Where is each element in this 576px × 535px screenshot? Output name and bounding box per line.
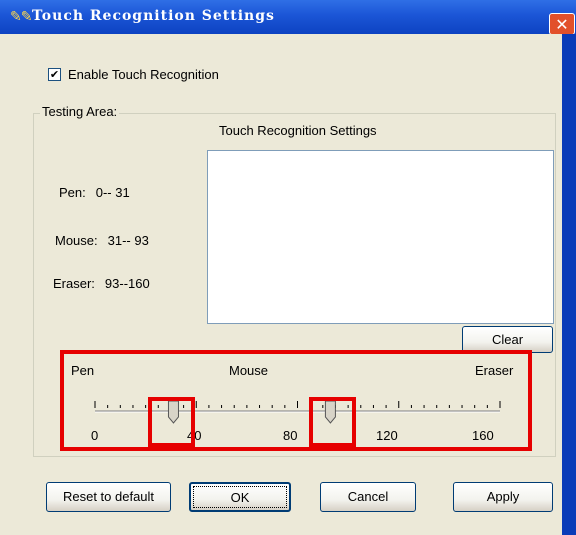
- cancel-button[interactable]: Cancel: [320, 482, 416, 512]
- reset-to-default-button[interactable]: Reset to default: [46, 482, 171, 512]
- mouse-thumb-highlight-box: [309, 397, 356, 447]
- ok-focus-ring: [193, 486, 287, 508]
- range-slider[interactable]: [0, 0, 576, 535]
- apply-button[interactable]: Apply: [453, 482, 553, 512]
- slider-highlight-box: [60, 350, 532, 451]
- pen-thumb-highlight-box: [148, 397, 195, 447]
